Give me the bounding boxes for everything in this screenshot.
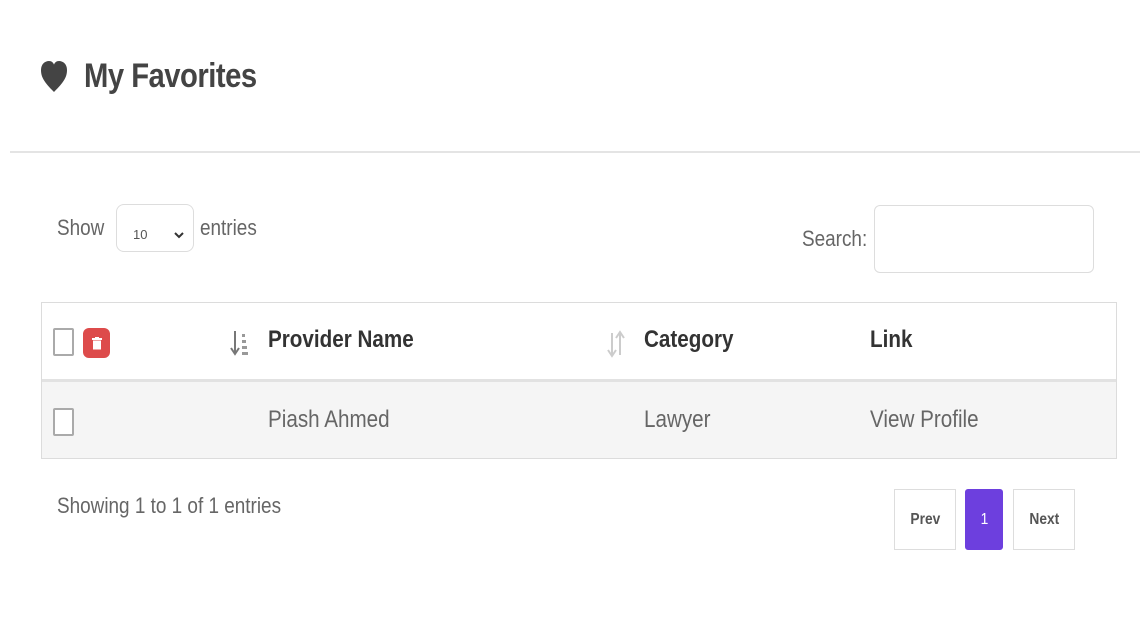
table-info: Showing 1 to 1 of 1 entries [57,493,282,518]
select-all-checkbox[interactable] [53,328,74,356]
header-divider [10,151,1140,153]
prev-page-button[interactable]: Prev [894,489,956,550]
sort-desc-icon[interactable] [230,329,250,362]
search-label: Search: [802,226,868,251]
sort-both-icon[interactable] [607,329,625,364]
column-header-provider-name[interactable]: Provider Name [268,326,414,354]
heart-icon [40,56,68,96]
search-control: Search: [802,205,1094,273]
column-header-link: Link [870,326,913,353]
page-1-button[interactable]: 1 [965,489,1003,550]
delete-selected-button[interactable] [83,328,110,358]
search-input[interactable] [873,205,1094,273]
next-label: Next [1029,510,1059,528]
provider-name-cell: Piash Ahmed [268,406,390,433]
page-title: My Favorites [84,56,257,95]
show-label: Show [57,215,105,240]
table-row: Piash Ahmed Lawyer View Profile [42,382,1116,458]
view-profile-link[interactable]: View Profile [870,406,979,434]
chevron-down-icon [173,221,185,247]
column-header-category[interactable]: Category [644,326,733,354]
page-length-select[interactable]: 10 [116,204,195,252]
favorites-table: Provider Name Category Link Piash Ahmed … [41,302,1117,459]
row-checkbox[interactable] [53,408,74,436]
entries-label: entries [200,215,257,240]
table-header: Provider Name Category Link [42,303,1116,382]
page-length-control: Show 10 entries [57,204,266,252]
page-length-value: 10 [133,227,148,242]
page-number: 1 [980,510,988,528]
next-page-button[interactable]: Next [1013,489,1075,550]
trash-icon [91,336,102,349]
prev-label: Prev [910,510,940,528]
category-cell: Lawyer [644,406,711,433]
page-header: My Favorites [40,56,285,96]
